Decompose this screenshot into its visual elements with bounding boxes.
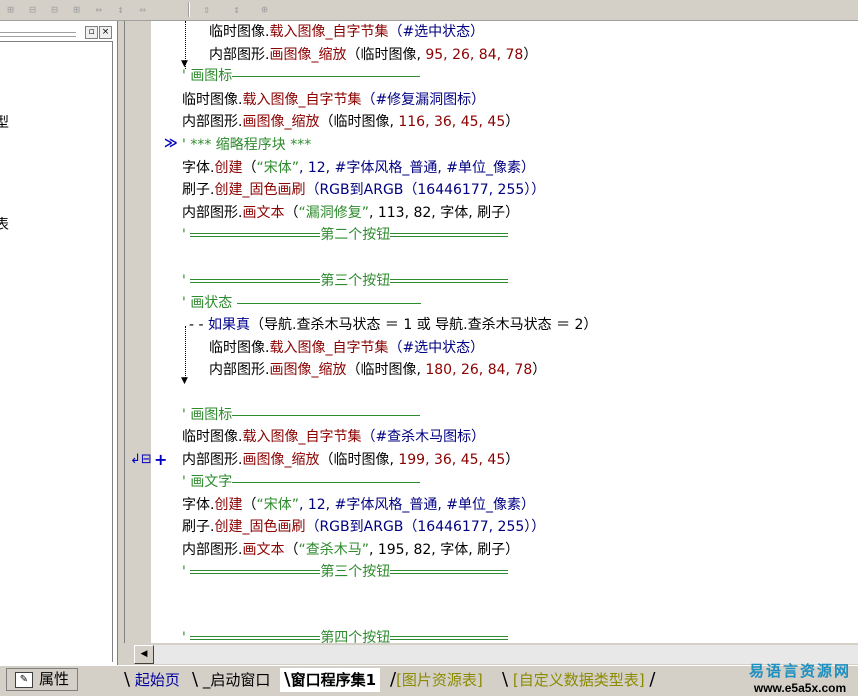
code-line-current[interactable]: 内部图形.画图像_缩放（临时图像, 199, 36, 45, 45） [182,450,519,470]
scroll-left-button[interactable]: ◀ [134,645,154,664]
comment-line[interactable]: ' 第三个按钮 [182,562,509,582]
tree-item-fragment[interactable]: 型 [0,112,9,132]
align-top-icon[interactable]: ⊞ [68,1,85,18]
comment-line[interactable]: ' 画状态 [182,293,421,313]
panel-header: ▫ × [0,25,117,41]
comment-line[interactable]: ' 第三个按钮 [182,271,509,291]
code-line[interactable]: 临时图像.载入图像_自字节集（#选中状态） [209,338,484,358]
block-guide [185,326,186,378]
fold-expand-icon[interactable]: ≫ [164,136,178,151]
tab-bar: ✎ 属性 \ 起始页 \ _启动窗口 \窗口程序集1 /[图片资源表] \ [自… [0,665,858,696]
comment-line[interactable]: ' 画图标 [182,405,421,425]
code-line[interactable]: 内部图形.画文本（“漏洞修复”, 113, 82, 字体, 刷子） [182,203,519,223]
v-space-icon[interactable]: ⇕ [198,1,215,18]
panel-tree[interactable]: 型 表 [0,41,113,662]
properties-button[interactable]: ✎ 属性 [6,668,78,691]
same-size-icon[interactable]: ↕ [228,1,245,18]
code-line[interactable]: 临时图像.载入图像_自字节集（#选中状态） [209,22,484,42]
align-left-icon[interactable]: ⊞ [2,1,19,18]
comment-line[interactable]: ' 画文字 [182,472,421,492]
code-line[interactable]: 临时图像.载入图像_自字节集（#查杀木马图标） [182,427,485,447]
editor-gutter [124,21,152,643]
add-line-icon[interactable]: + [154,450,167,469]
comment-line[interactable]: ' 第四个按钮 [182,628,509,643]
same-height-icon[interactable]: ↕ [112,1,129,18]
code-line[interactable]: 临时图像.载入图像_自字节集（#修复漏洞图标） [182,90,485,110]
tab-window-assembly[interactable]: \窗口程序集1 [280,668,381,692]
panel-grip[interactable] [0,32,76,37]
tree-item-fragment[interactable]: 表 [0,214,9,234]
code-line[interactable]: 内部图形.画图像_缩放（临时图像, 180, 26, 84, 78） [209,360,546,380]
h-space-icon[interactable]: ⇔ [134,1,151,18]
code-line[interactable]: 刷子.创建_固色画刷（RGB到ARGB（16446177, 255）） [182,517,545,537]
tab-startup-window[interactable]: \ _启动窗口 [192,668,270,692]
cursor-line-icon: ↲⊟ [130,452,152,467]
same-width-icon[interactable]: ↔ [90,1,107,18]
code-line[interactable]: 内部图形.画图像_缩放（临时图像, 95, 26, 84, 78） [209,45,537,65]
toolbar-separator [188,2,190,17]
code-line[interactable]: 字体.创建（“宋体”, 12, #字体风格_普通, #单位_像素） [182,158,535,178]
tab-start-page[interactable]: \ 起始页 [124,668,180,692]
left-panel: ▫ × 型 表 [0,21,118,665]
fold-block-line[interactable]: ' *** 缩略程序块 *** [182,135,311,155]
code-line[interactable]: 刷子.创建_固色画刷（RGB到ARGB（16446177, 255）） [182,180,545,200]
center-icon[interactable]: ⊕ [256,1,273,18]
align-center-icon[interactable]: ⊟ [24,1,41,18]
block-end-arrow-icon: ▼ [181,376,188,386]
if-line[interactable]: - - 如果真（导航.查杀木马状态 ＝ 1 或 导航.查杀木马状态 ＝ 2） [189,315,597,335]
site-watermark: 易语言资源网 www.e5a5x.com [748,662,851,695]
properties-icon: ✎ [15,672,33,688]
close-button[interactable]: × [99,26,112,39]
pin-button[interactable]: ▫ [85,26,98,39]
alignment-toolbar: ⊞ ⊟ ⊟ ⊞ ↔ ↕ ⇔ ⇕ ↕ ⊕ [0,0,858,21]
code-line[interactable]: 内部图形.画文本（“查杀木马”, 195, 82, 字体, 刷子） [182,540,519,560]
comment-line[interactable]: ' 画图标 [182,66,421,86]
code-line[interactable]: 字体.创建（“宋体”, 12, #字体风格_普通, #单位_像素） [182,495,535,515]
align-right-icon[interactable]: ⊟ [46,1,63,18]
tab-custom-types[interactable]: \ [自定义数据类型表] / [502,668,655,692]
comment-line[interactable]: ' 第二个按钮 [182,225,509,245]
code-editor[interactable]: 临时图像.载入图像_自字节集（#选中状态） 内部图形.画图像_缩放（临时图像, … [151,21,858,643]
tab-image-resources[interactable]: /[图片资源表] [390,668,483,692]
code-line[interactable]: 内部图形.画图像_缩放（临时图像, 116, 36, 45, 45） [182,112,519,132]
